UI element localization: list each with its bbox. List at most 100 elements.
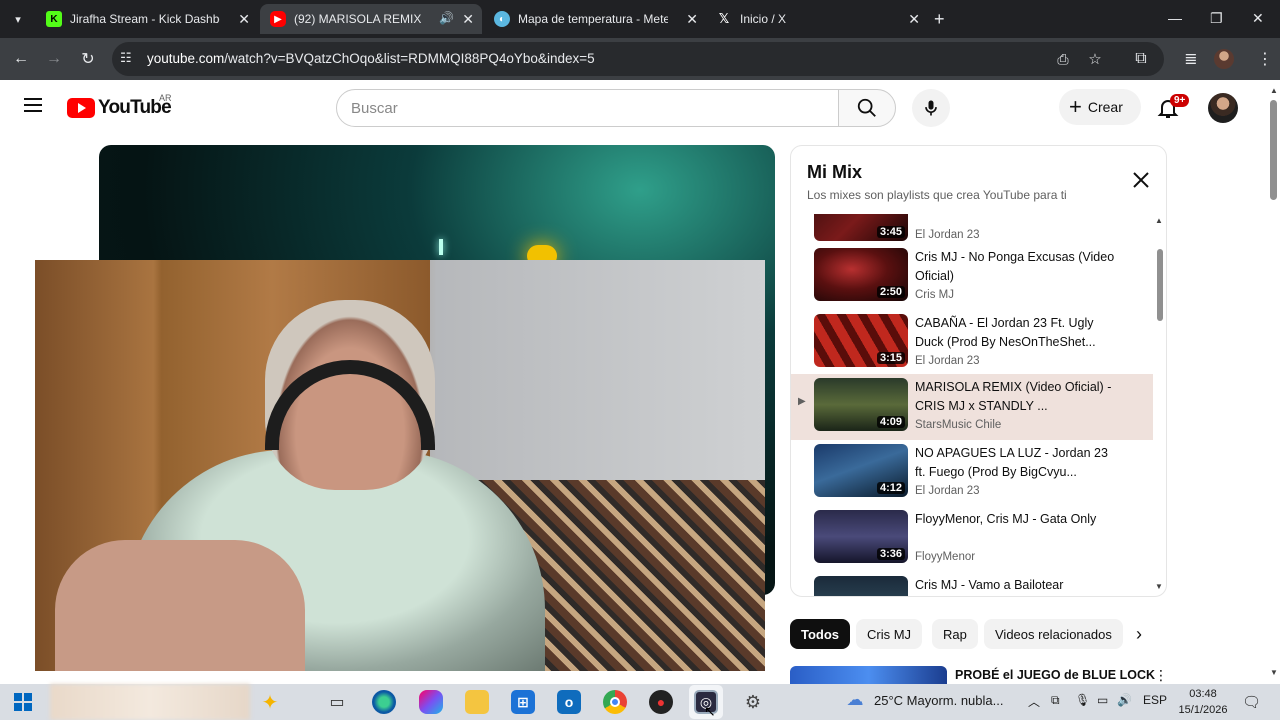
language-indicator[interactable]: ESP xyxy=(1143,693,1167,707)
file-explorer-icon[interactable] xyxy=(465,690,489,714)
taskbar-clock[interactable]: 03:48 15/1/2026 xyxy=(1175,686,1231,718)
search-button[interactable] xyxy=(838,89,896,127)
create-label: Crear xyxy=(1087,99,1123,115)
edge-icon[interactable] xyxy=(372,690,396,714)
playlist-item[interactable]: 3:15 CABAÑA - El Jordan 23 Ft. Ugly Duck… xyxy=(791,310,1153,376)
microsoft-store-icon[interactable]: ⊞ xyxy=(511,690,535,714)
display-icon[interactable]: ⧉ xyxy=(1051,693,1060,708)
channel-name: StarsMusic Chile xyxy=(915,419,1002,431)
tab-youtube[interactable]: ▶ (92) MARISOLA REMIX (Video Oficial) 🔊 … xyxy=(260,4,482,34)
volume-icon[interactable]: 🔊 xyxy=(1117,693,1132,707)
close-icon[interactable]: ✕ xyxy=(686,11,698,28)
site-info-icon[interactable]: ☷ xyxy=(120,50,132,66)
video-thumbnail xyxy=(790,666,947,684)
media-controls-icon[interactable]: ≣ xyxy=(1180,48,1202,70)
scroll-down-icon[interactable]: ▼ xyxy=(1155,582,1163,591)
windows-start-icon[interactable] xyxy=(11,690,35,714)
task-view-icon[interactable]: ▭ xyxy=(325,690,349,714)
chip-rap[interactable]: Rap xyxy=(932,619,978,649)
weather-text[interactable]: 25°C Mayorm. nubla... xyxy=(874,693,1003,708)
chevron-up-icon[interactable]: ︿ xyxy=(1028,693,1040,710)
clock-date: 15/1/2026 xyxy=(1178,704,1228,716)
youtube-icon: ▶ xyxy=(270,11,286,27)
windows-taskbar: ✦ ▭ ⊞ o ● ◎ ⚙ ☁ 25°C Mayorm. nubla... ︿ … xyxy=(0,684,1280,720)
scroll-up-icon[interactable]: ▲ xyxy=(1270,86,1278,95)
page-scrollbar[interactable]: ▲ ▼ xyxy=(1267,80,1280,684)
microphone-icon[interactable]: 🎙 xyxy=(1075,693,1090,707)
speaker-icon[interactable]: 🔊 xyxy=(439,11,454,25)
chrome-icon[interactable] xyxy=(603,690,627,714)
tab-title: Jirafha Stream - Kick Dashboard xyxy=(70,12,220,26)
network-icon[interactable]: ▭ xyxy=(1097,693,1108,707)
outlook-icon[interactable]: o xyxy=(557,690,581,714)
chip-cris-mj[interactable]: Cris MJ xyxy=(856,619,923,649)
search-input[interactable]: Buscar xyxy=(336,89,839,127)
tab-title: (92) MARISOLA REMIX (Video Oficial) xyxy=(294,12,424,26)
playlist-item[interactable]: 3:36 FloyyMenor, Cris MJ - Gata Only Flo… xyxy=(791,506,1153,572)
video-thumbnail: 3:45 xyxy=(814,214,908,241)
now-playing-icon: ▶ xyxy=(798,396,806,407)
close-icon[interactable]: ✕ xyxy=(908,11,920,28)
bookmark-star-icon[interactable]: ☆ xyxy=(1084,48,1106,70)
menu-icon[interactable] xyxy=(24,98,42,112)
clock-time: 03:48 xyxy=(1189,688,1217,700)
install-app-icon[interactable]: ⎙ xyxy=(1052,48,1074,70)
playlist-item[interactable]: 4:12 NO APAGUES LA LUZ - Jordan 23 ft. F… xyxy=(791,440,1153,506)
extensions-icon[interactable]: ⧉ xyxy=(1130,48,1152,70)
kick-icon: K xyxy=(46,11,62,27)
close-window-icon[interactable]: ✕ xyxy=(1252,10,1264,27)
notification-badge: 9+ xyxy=(1170,94,1190,107)
tab-kick[interactable]: K Jirafha Stream - Kick Dashboard ✕ xyxy=(36,4,258,34)
channel-name: Cris MJ xyxy=(915,289,954,301)
close-icon[interactable] xyxy=(1131,170,1151,190)
settings-gear-icon[interactable]: ⚙ xyxy=(741,690,765,714)
tab-x[interactable]: 𝕏 Inicio / X ✕ xyxy=(706,4,928,34)
chevron-right-icon[interactable]: › xyxy=(1136,624,1142,645)
menu-dots-icon[interactable]: ⋮ xyxy=(1254,48,1276,70)
voice-search-button[interactable] xyxy=(912,89,950,127)
more-options-icon[interactable]: ⋮ xyxy=(1154,667,1168,684)
profile-avatar[interactable] xyxy=(1214,49,1234,69)
scrollbar-thumb[interactable] xyxy=(1270,100,1277,200)
playlist-item[interactable]: 2:50 Cris MJ - No Ponga Excusas (Video O… xyxy=(791,244,1153,310)
video-thumbnail: 3:15 xyxy=(814,314,908,367)
forward-icon[interactable]: → xyxy=(43,48,65,70)
playlist-item-current[interactable]: ▶ 4:09 MARISOLA REMIX (Video Oficial) - … xyxy=(791,374,1153,440)
browser-tab-strip: ▾ K Jirafha Stream - Kick Dashboard ✕ ▶ … xyxy=(0,0,1280,38)
back-icon[interactable]: ← xyxy=(10,48,32,70)
minimize-icon[interactable]: — xyxy=(1168,10,1182,26)
new-tab-icon[interactable]: + xyxy=(934,9,945,30)
scroll-down-icon[interactable]: ▼ xyxy=(1270,668,1278,677)
plus-icon: + xyxy=(1069,94,1082,119)
copilot-icon[interactable] xyxy=(419,690,443,714)
video-thumbnail xyxy=(814,576,908,596)
close-icon[interactable]: ✕ xyxy=(462,11,474,28)
copilot-sparkle-icon[interactable]: ✦ xyxy=(258,690,282,714)
address-bar[interactable]: ☷ youtube.com/watch?v=BVQatzChOqo&list=R… xyxy=(112,42,1164,76)
chip-todos[interactable]: Todos xyxy=(790,619,851,649)
url-text: youtube.com/watch?v=BVQatzChOqo&list=RDM… xyxy=(147,51,595,66)
related-video[interactable]: PROBÉ el JUEGO de BLUE LOCK ⋮ xyxy=(790,666,1170,684)
restore-icon[interactable]: ❐ xyxy=(1210,10,1223,27)
playlist-subtitle: Los mixes son playlists que crea YouTube… xyxy=(807,188,1067,202)
notifications-button[interactable]: 9+ xyxy=(1156,94,1190,122)
reload-icon[interactable]: ↻ xyxy=(77,48,99,70)
video-thumbnail: 2:50 xyxy=(814,248,908,301)
playlist-item[interactable]: Cris MJ - Vamo a Bailotear xyxy=(791,572,1153,596)
channel-name: El Jordan 23 xyxy=(915,485,980,497)
scroll-up-icon[interactable]: ▲ xyxy=(1155,216,1163,225)
account-avatar[interactable] xyxy=(1208,93,1238,123)
chip-videos-relacionados[interactable]: Videos relacionados xyxy=(984,619,1123,649)
notification-center-icon[interactable]: 🗨 xyxy=(1242,693,1261,711)
streaming-app-icon[interactable]: ● xyxy=(649,690,673,714)
close-icon[interactable]: ✕ xyxy=(238,11,250,28)
webcam-overlay xyxy=(35,260,765,671)
video-duration: 2:50 xyxy=(876,286,905,298)
tab-search-icon[interactable]: ▾ xyxy=(6,7,30,31)
video-duration: 4:12 xyxy=(876,482,905,494)
tab-meteored[interactable]: ◐ Mapa de temperatura - Meteored ✕ xyxy=(484,4,706,34)
playlist-scrollbar[interactable] xyxy=(1157,249,1163,321)
youtube-logo[interactable]: YouTube AR xyxy=(67,93,172,119)
playlist-title: Mi Mix xyxy=(807,162,863,182)
create-button[interactable]: + Crear xyxy=(1059,89,1141,125)
